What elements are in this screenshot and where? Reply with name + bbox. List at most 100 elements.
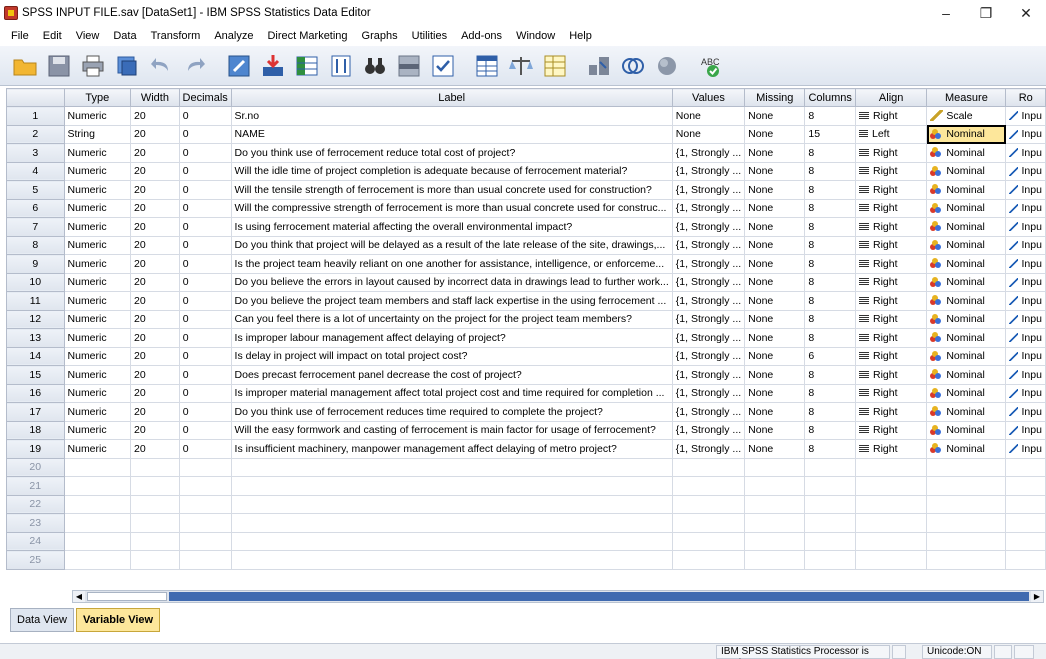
menu-analyze[interactable]: Analyze — [207, 30, 260, 42]
cell-role[interactable]: Inpu — [1005, 272, 1046, 292]
cell-columns[interactable]: 6 — [804, 346, 856, 366]
data-grid-button[interactable] — [472, 51, 502, 81]
cell-align[interactable]: Left — [854, 124, 928, 144]
column-header-columns[interactable]: Columns — [804, 88, 856, 107]
row-number[interactable]: 5 — [6, 180, 65, 200]
empty-cell[interactable] — [671, 550, 746, 570]
cell-role[interactable]: Inpu — [1005, 235, 1046, 255]
print-button[interactable] — [78, 51, 108, 81]
cell-measure[interactable]: Nominal — [926, 328, 1007, 348]
cell-missing[interactable]: None — [744, 328, 806, 348]
value-labels-button[interactable] — [584, 51, 614, 81]
cell-measure[interactable]: Nominal — [926, 383, 1007, 403]
menu-view[interactable]: View — [69, 30, 107, 42]
column-header-values[interactable]: Values — [671, 88, 746, 107]
cell-missing[interactable]: None — [744, 198, 806, 218]
cell-align[interactable]: Right — [854, 291, 928, 311]
column-header-align[interactable]: Align — [854, 88, 928, 107]
cell-columns[interactable]: 8 — [804, 235, 856, 255]
cell-missing[interactable]: None — [744, 235, 806, 255]
cell-align[interactable]: Right — [854, 402, 928, 422]
select-cases-button[interactable] — [540, 51, 570, 81]
cell-type[interactable]: Numeric — [63, 143, 132, 163]
empty-cell[interactable] — [854, 513, 928, 533]
empty-cell[interactable] — [1005, 531, 1046, 551]
save-button[interactable] — [44, 51, 74, 81]
cell-label[interactable]: Do you think use of ferrocement reduce t… — [230, 143, 673, 163]
cell-decimals[interactable]: 0 — [178, 291, 232, 311]
menu-data[interactable]: Data — [106, 30, 143, 42]
cell-type[interactable]: Numeric — [63, 291, 132, 311]
empty-cell[interactable] — [744, 494, 806, 514]
row-number[interactable]: 6 — [6, 198, 65, 218]
cell-values[interactable]: None — [671, 124, 746, 144]
cell-columns[interactable]: 8 — [804, 254, 856, 274]
cell-role[interactable]: Inpu — [1005, 346, 1046, 366]
cell-missing[interactable]: None — [744, 439, 806, 459]
cell-columns[interactable]: 8 — [804, 420, 856, 440]
cell-type[interactable]: Numeric — [63, 161, 132, 181]
cell-measure[interactable]: Nominal — [926, 439, 1007, 459]
column-header-type[interactable]: Type — [63, 88, 132, 107]
cell-values[interactable]: {1, Strongly ... — [671, 217, 746, 237]
empty-cell[interactable] — [178, 531, 232, 551]
empty-cell[interactable] — [671, 476, 746, 496]
empty-cell[interactable] — [926, 476, 1007, 496]
row-number[interactable]: 20 — [6, 457, 65, 477]
empty-cell[interactable] — [130, 550, 180, 570]
empty-cell[interactable] — [854, 457, 928, 477]
cell-decimals[interactable]: 0 — [178, 365, 232, 385]
cell-decimals[interactable]: 0 — [178, 235, 232, 255]
empty-cell[interactable] — [671, 531, 746, 551]
cell-values[interactable]: None — [671, 106, 746, 126]
cell-width[interactable]: 20 — [130, 365, 180, 385]
cell-width[interactable]: 20 — [130, 143, 180, 163]
use-variable-sets-button[interactable] — [618, 51, 648, 81]
cell-role[interactable]: Inpu — [1005, 291, 1046, 311]
empty-cell[interactable] — [926, 550, 1007, 570]
empty-cell[interactable] — [130, 494, 180, 514]
cell-decimals[interactable]: 0 — [178, 439, 232, 459]
cell-label[interactable]: Sr.no — [230, 106, 673, 126]
cell-width[interactable]: 20 — [130, 328, 180, 348]
row-number[interactable]: 10 — [6, 272, 65, 292]
cell-role[interactable]: Inpu — [1005, 180, 1046, 200]
maximize-button[interactable]: ❐ — [966, 0, 1006, 26]
cell-label[interactable]: Will the compressive strength of ferroce… — [230, 198, 673, 218]
cell-values[interactable]: {1, Strongly ... — [671, 143, 746, 163]
cell-align[interactable]: Right — [854, 420, 928, 440]
empty-cell[interactable] — [926, 531, 1007, 551]
cell-align[interactable]: Right — [854, 309, 928, 329]
cell-decimals[interactable]: 0 — [178, 143, 232, 163]
column-header-decimals[interactable]: Decimals — [178, 88, 232, 107]
cell-decimals[interactable]: 0 — [178, 383, 232, 403]
cell-decimals[interactable]: 0 — [178, 106, 232, 126]
cell-measure[interactable]: Nominal — [926, 272, 1007, 292]
cell-width[interactable]: 20 — [130, 198, 180, 218]
cell-type[interactable]: Numeric — [63, 235, 132, 255]
menu-file[interactable]: File — [4, 30, 36, 42]
menu-window[interactable]: Window — [509, 30, 562, 42]
row-number[interactable]: 16 — [6, 383, 65, 403]
cell-values[interactable]: {1, Strongly ... — [671, 420, 746, 440]
cell-role[interactable]: Inpu — [1005, 328, 1046, 348]
cell-width[interactable]: 20 — [130, 346, 180, 366]
empty-cell[interactable] — [230, 513, 673, 533]
cell-align[interactable]: Right — [854, 439, 928, 459]
cell-missing[interactable]: None — [744, 402, 806, 422]
cell-missing[interactable]: None — [744, 143, 806, 163]
row-number[interactable]: 8 — [6, 235, 65, 255]
cell-role[interactable]: Inpu — [1005, 124, 1046, 144]
cell-columns[interactable]: 8 — [804, 106, 856, 126]
cell-decimals[interactable]: 0 — [178, 124, 232, 144]
cell-align[interactable]: Right — [854, 272, 928, 292]
cell-align[interactable]: Right — [854, 217, 928, 237]
cell-measure[interactable]: Nominal — [926, 235, 1007, 255]
cell-role[interactable]: Inpu — [1005, 383, 1046, 403]
empty-cell[interactable] — [230, 531, 673, 551]
tab-data-view[interactable]: Data View — [10, 608, 74, 632]
cell-columns[interactable]: 8 — [804, 365, 856, 385]
cell-decimals[interactable]: 0 — [178, 402, 232, 422]
cell-align[interactable]: Right — [854, 365, 928, 385]
cell-missing[interactable]: None — [744, 272, 806, 292]
